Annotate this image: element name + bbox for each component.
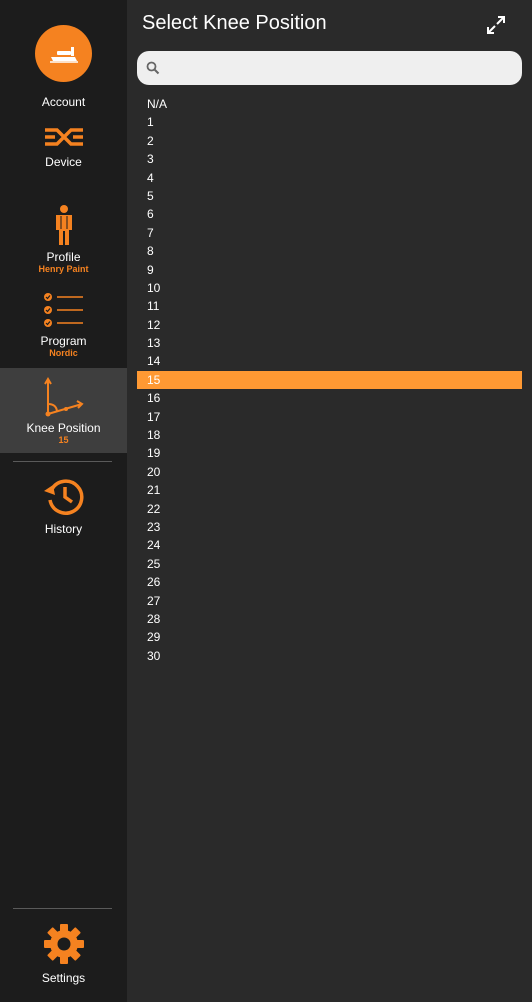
list-item[interactable]: 15 [137,370,522,390]
profile-name: Henry Paint [38,264,89,274]
list-item[interactable]: 18 [137,426,522,444]
sidebar-divider [13,461,112,462]
sidebar-item-history[interactable]: History [0,476,127,544]
profile-label: Profile [46,250,81,264]
device-logo-icon [44,128,83,146]
list-item[interactable]: 28 [137,610,522,628]
list-item[interactable]: 24 [137,536,522,554]
list-item[interactable]: 11 [137,297,522,315]
account-avatar [35,25,92,82]
knee-position-value: 15 [58,435,69,445]
history-label: History [44,522,83,536]
sidebar-divider-bottom [13,908,112,909]
list-item[interactable]: 22 [137,500,522,518]
list-item[interactable]: 9 [137,261,522,279]
knee-position-options: N/A 1 2 3 4 5 6 7 8 9 10 11 12 13 14 15 16 17 18 19 20 21 22 23… [137,95,522,665]
person-icon [55,205,72,245]
list-item[interactable]: 23 [137,518,522,536]
sidebar-item-program[interactable]: Program Nordic [0,292,127,364]
list-item[interactable]: 20 [137,463,522,481]
list-item[interactable]: 25 [137,555,522,573]
sidebar-item-knee-position[interactable]: Knee Position 15 [0,368,127,453]
checklist-icon [43,293,83,327]
gear-icon [43,924,84,964]
settings-label: Settings [41,971,86,985]
knee-position-label: Knee Position [26,421,101,435]
list-item[interactable]: 4 [137,169,522,187]
list-item[interactable]: N/A [137,95,522,113]
account-label: Account [41,95,86,109]
device-label: Device [45,155,82,169]
list-item[interactable]: 10 [137,279,522,297]
sidebar-item-device[interactable]: Device [0,126,127,188]
list-item[interactable]: 16 [137,389,522,407]
page-title: Select Knee Position [142,12,327,34]
list-item[interactable]: 1 [137,113,522,131]
axis-angle-icon [43,377,84,417]
sidebar-item-profile[interactable]: Profile Henry Paint [0,204,127,282]
main-panel: Select Knee Position N/A 1 2 3 4 5 6 7 8 9 10 11 12 1… [127,0,532,1002]
program-name: Nordic [49,348,78,358]
fullscreen-button[interactable] [485,14,507,36]
list-item[interactable]: 26 [137,573,522,591]
sidebar: Account Device Profile Henry Paint Progr… [0,0,127,1002]
search-input[interactable] [167,57,516,81]
sidebar-item-settings[interactable]: Settings [0,922,127,992]
list-item[interactable]: 30 [137,647,522,665]
list-item[interactable]: 21 [137,481,522,499]
list-item[interactable]: 13 [137,334,522,352]
list-item[interactable]: 19 [137,444,522,462]
list-item[interactable]: 27 [137,592,522,610]
search-icon [146,61,160,75]
history-icon [43,479,83,515]
list-item[interactable]: 12 [137,316,522,334]
list-item[interactable]: 7 [137,224,522,242]
list-item[interactable]: 5 [137,187,522,205]
search-box[interactable] [137,51,522,85]
list-item[interactable]: 17 [137,408,522,426]
expand-icon [487,16,505,34]
list-item[interactable]: 14 [137,352,522,370]
list-item[interactable]: 6 [137,205,522,223]
list-item[interactable]: 29 [137,628,522,646]
sidebar-item-account[interactable]: Account [0,0,127,118]
list-item[interactable]: 2 [137,132,522,150]
bed-icon [49,46,78,63]
list-item[interactable]: 3 [137,150,522,168]
list-item[interactable]: 8 [137,242,522,260]
program-label: Program [40,334,87,348]
